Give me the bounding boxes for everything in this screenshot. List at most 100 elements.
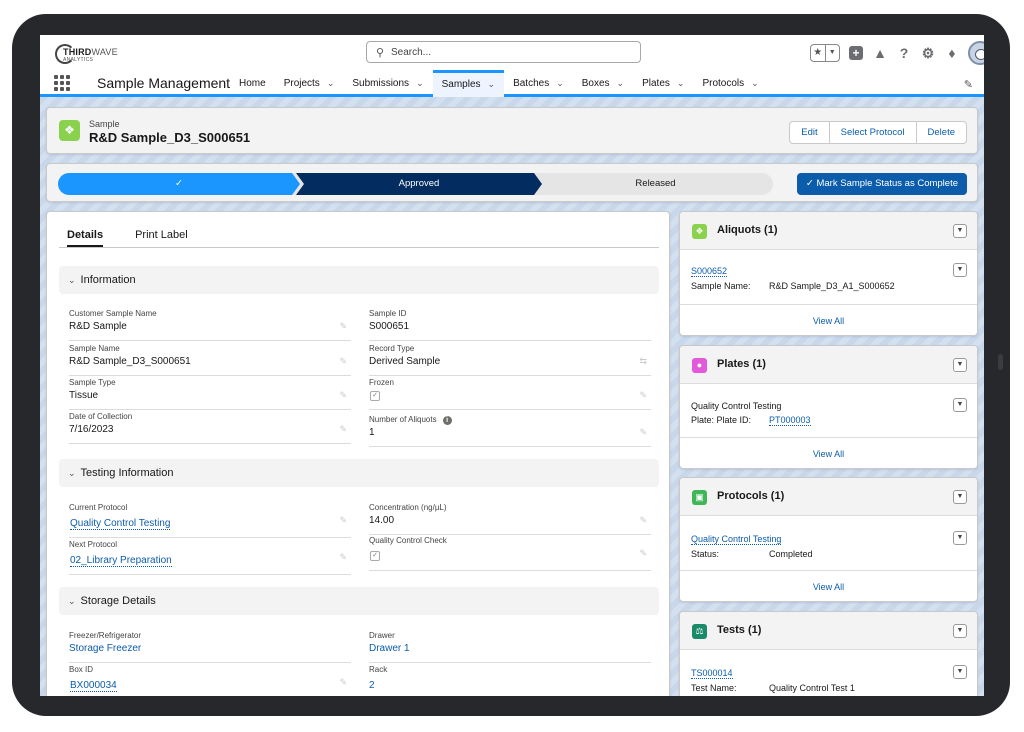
row-action-menu-button[interactable]: ▼ [953,263,967,277]
tab-print-label[interactable]: Print Label [135,224,188,247]
aliquots-title[interactable]: Aliquots (1) [717,224,778,236]
related-list-menu-button[interactable]: ▼ [953,358,967,372]
info-icon[interactable]: i [442,416,452,425]
related-list-menu-button[interactable]: ▼ [953,490,967,504]
pencil-icon[interactable]: ✎ [339,515,347,526]
nav-item-plates[interactable]: Plates ⌄ [633,70,693,97]
qc-check-checkbox: ✓ [370,551,380,561]
nav-item-protocols[interactable]: Protocols ⌄ [693,70,767,97]
nav-item-batches[interactable]: Batches ⌄ [504,70,573,97]
nav-item-samples[interactable]: Samples ⌄ [432,70,505,97]
plus-icon: + [849,46,863,60]
pencil-icon[interactable]: ✎ [339,321,347,332]
chevron-down-icon[interactable]: ⌄ [416,78,424,88]
drawer-link[interactable]: Drawer 1 [369,643,410,654]
trailhead-icon[interactable]: ▲ [872,45,888,61]
protocol-object-icon: ▣ [692,490,707,505]
next-protocol-link[interactable]: 02_Library Preparation [70,555,172,567]
global-actions-button[interactable]: + [848,45,864,61]
nav-item-submissions[interactable]: Submissions ⌄ [343,70,432,97]
change-record-type-icon[interactable]: ⇆ [639,356,647,367]
help-icon[interactable]: ? [896,45,912,61]
test-record-link[interactable]: TS000014 [691,668,733,679]
test-object-icon: ⚖ [692,624,707,639]
chevron-down-icon[interactable]: ⌄ [617,78,625,88]
app-name: Sample Management [97,75,231,91]
aliquot-record-link[interactable]: S000652 [691,266,728,277]
tests-title[interactable]: Tests (1) [717,624,761,636]
status-path: ✓ Approved Released ✓ Mark Sample Status… [46,163,978,202]
pencil-icon[interactable]: ✎ [639,427,647,438]
bell-icon[interactable]: ♦ [944,45,960,61]
chevron-down-icon[interactable]: ⌄ [488,79,496,89]
row-action-menu-button[interactable]: ▼ [953,531,967,545]
path-track: ✓ Approved Released [58,173,773,195]
logo-main-text: THIRD [63,47,92,57]
pencil-icon[interactable]: ✎ [639,548,647,559]
select-protocol-button[interactable]: Select Protocol [828,122,916,143]
edit-button[interactable]: Edit [790,122,828,143]
pencil-icon[interactable]: ✎ [639,515,647,526]
pencil-icon[interactable]: ✎ [339,552,347,563]
nav-item-boxes[interactable]: Boxes ⌄ [573,70,633,97]
next-protocol-field: Next Protocol 02_Library Preparation ✎ [69,540,351,575]
protocols-view-all-link[interactable]: View All [680,570,977,602]
favorites-button[interactable]: ★ ▼ [810,44,840,62]
chevron-down-icon[interactable]: ⌄ [677,78,685,88]
pencil-icon[interactable]: ✎ [339,424,347,435]
tablet-frame: THIRDWAVE ANALYTICS ⚲ Search... ★ ▼ + ▲ ?… [12,14,1010,716]
related-list-tests: ⚖ Tests (1) ▼ TS000014 Test Name: Quality… [679,611,978,696]
pencil-icon[interactable]: ✎ [339,390,347,401]
global-header: THIRDWAVE ANALYTICS ⚲ Search... ★ ▼ + ▲ ?… [40,35,984,70]
protocols-title[interactable]: Protocols (1) [717,490,784,502]
current-protocol-link[interactable]: Quality Control Testing [70,518,171,530]
section-information[interactable]: ⌄ Information [59,266,659,294]
rack-field: Rack 2 [369,665,651,696]
pencil-icon[interactable]: ✎ [339,356,347,367]
pencil-icon[interactable]: ✎ [639,390,647,401]
nav-tabs: Home Projects ⌄ Submissions ⌄ Samples ⌄ Bat… [230,70,768,97]
frozen-checkbox: ✓ [370,391,380,401]
pencil-icon[interactable]: ✎ [339,677,347,688]
plates-view-all-link[interactable]: View All [680,437,977,469]
chevron-down-icon[interactable]: ⌄ [556,78,564,88]
customer-sample-name-field: Customer Sample Name R&D Sample ✎ [69,309,351,341]
company-logo[interactable]: THIRDWAVE ANALYTICS [55,42,135,66]
related-list-menu-button[interactable]: ▼ [953,624,967,638]
section-testing-information[interactable]: ⌄ Testing Information [59,459,659,487]
chevron-down-icon[interactable]: ⌄ [327,78,335,88]
tab-details[interactable]: Details [67,224,104,247]
chevron-down-icon: ⌄ [68,275,76,285]
nav-item-home[interactable]: Home [230,70,275,97]
rack-link[interactable]: 2 [369,680,375,691]
box-id-link[interactable]: BX000034 [70,680,117,692]
freezer-link[interactable]: Storage Freezer [69,643,141,654]
aliquots-view-all-link[interactable]: View All [680,304,977,336]
protocol-record-link[interactable]: Quality Control Testing [691,534,782,545]
row-action-menu-button[interactable]: ▼ [953,398,967,412]
box-id-field: Box ID BX000034 ✎ [69,665,351,696]
number-of-aliquots-field: Number of Aliquots i 1 ✎ [369,415,651,447]
path-step-current[interactable]: Approved [296,173,542,195]
edit-nav-pencil-icon[interactable]: ✎ [964,78,973,91]
path-step-next[interactable]: Released [538,173,773,195]
sample-id-field: Sample ID S000651 [369,309,651,341]
row-action-menu-button[interactable]: ▼ [953,665,967,679]
record-tabs: Details Print Label [59,224,659,248]
chevron-down-icon[interactable]: ⌄ [751,78,759,88]
plates-title[interactable]: Plates (1) [717,358,766,370]
global-search-input[interactable]: ⚲ Search... [366,41,641,63]
plate-id-link[interactable]: PT000003 [769,415,811,426]
related-list-menu-button[interactable]: ▼ [953,224,967,238]
section-storage-details[interactable]: ⌄ Storage Details [59,587,659,615]
gear-icon[interactable]: ⚙ [920,45,936,61]
sample-object-icon: ❖ [59,120,80,141]
logo-accent-text: WAVE [91,47,118,57]
user-avatar[interactable] [968,41,984,65]
quality-control-check-field: Quality Control Check ✓ ✎ [369,536,651,571]
nav-item-projects[interactable]: Projects ⌄ [275,70,344,97]
mark-status-complete-button[interactable]: ✓ Mark Sample Status as Complete [796,173,967,195]
delete-button[interactable]: Delete [915,122,966,143]
app-launcher-icon[interactable] [54,75,70,91]
path-step-completed[interactable]: ✓ [58,173,300,195]
